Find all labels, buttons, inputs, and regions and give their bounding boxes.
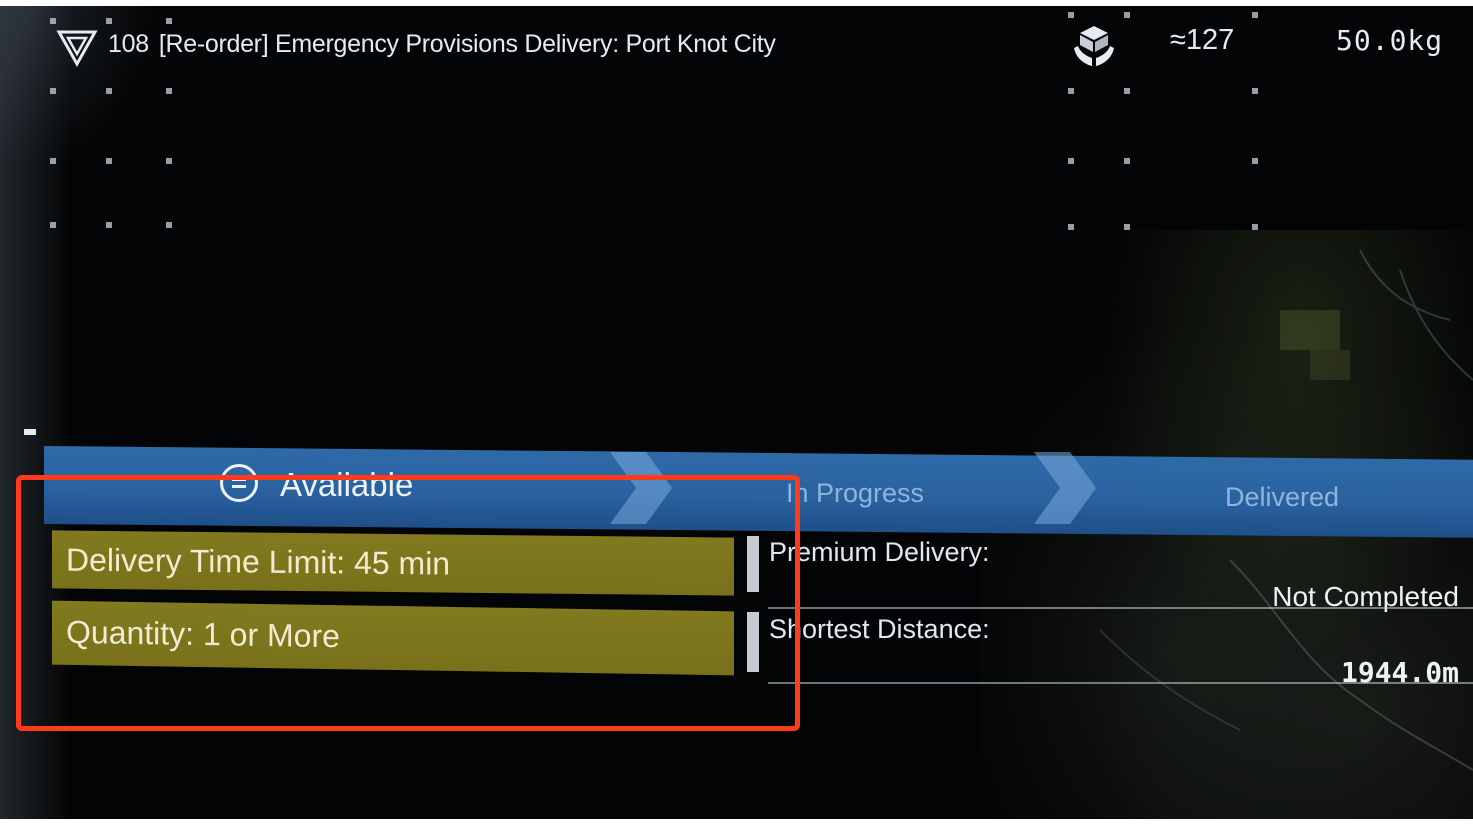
cargo-weight: 50.0kg: [1336, 24, 1444, 57]
grid-dot: [166, 222, 172, 228]
grid-dot: [106, 88, 112, 94]
order-title: 108 [Re-order] Emergency Provisions Deliv…: [108, 30, 776, 59]
grid-dot: [1252, 88, 1258, 94]
chevron-right-icon: [1034, 452, 1096, 524]
stage-delivered: Delivered: [1225, 482, 1340, 512]
order-id: 108: [108, 30, 149, 58]
selection-marker: [24, 429, 36, 435]
grid-dot: [106, 158, 112, 164]
grid-dot: [1124, 158, 1130, 164]
grid-dot: [1124, 12, 1130, 18]
grid-dot: [1068, 158, 1074, 164]
highlight-box: [16, 475, 800, 731]
grid-dot: [1124, 88, 1130, 94]
shortest-distance-value: 1944.0m: [1340, 656, 1459, 689]
grid-dot: [50, 222, 56, 228]
grid-dot: [1252, 12, 1258, 18]
divider: [768, 682, 1473, 684]
divider: [768, 607, 1473, 609]
corner-shade: [0, 0, 160, 170]
grid-dot: [166, 18, 172, 24]
grid-dot: [166, 88, 172, 94]
grid-dot: [1068, 224, 1074, 230]
game-screen: 108 [Re-order] Emergency Provisions Deliv…: [0, 0, 1473, 825]
grid-dot: [166, 158, 172, 164]
grid-dot: [1252, 224, 1258, 230]
grid-dot: [1252, 158, 1258, 164]
cargo-hands-icon: [1074, 26, 1114, 66]
grid-dot: [1068, 12, 1074, 18]
grid-dot: [1124, 224, 1130, 230]
grid-dot: [50, 18, 56, 24]
order-triangle-icon: [56, 30, 98, 68]
premium-delivery-label: Premium Delivery:: [769, 537, 990, 567]
grid-dot: [1068, 88, 1074, 94]
grid-dot: [106, 222, 112, 228]
grid-dot: [50, 158, 56, 164]
grid-dot: [106, 18, 112, 24]
grid-dot: [50, 88, 56, 94]
order-name: [Re-order] Emergency Provisions Delivery…: [158, 30, 776, 58]
cargo-count: ≈127: [1170, 24, 1235, 56]
stage-in-progress: In Progress: [786, 478, 925, 508]
shortest-distance-label: Shortest Distance:: [769, 614, 990, 644]
